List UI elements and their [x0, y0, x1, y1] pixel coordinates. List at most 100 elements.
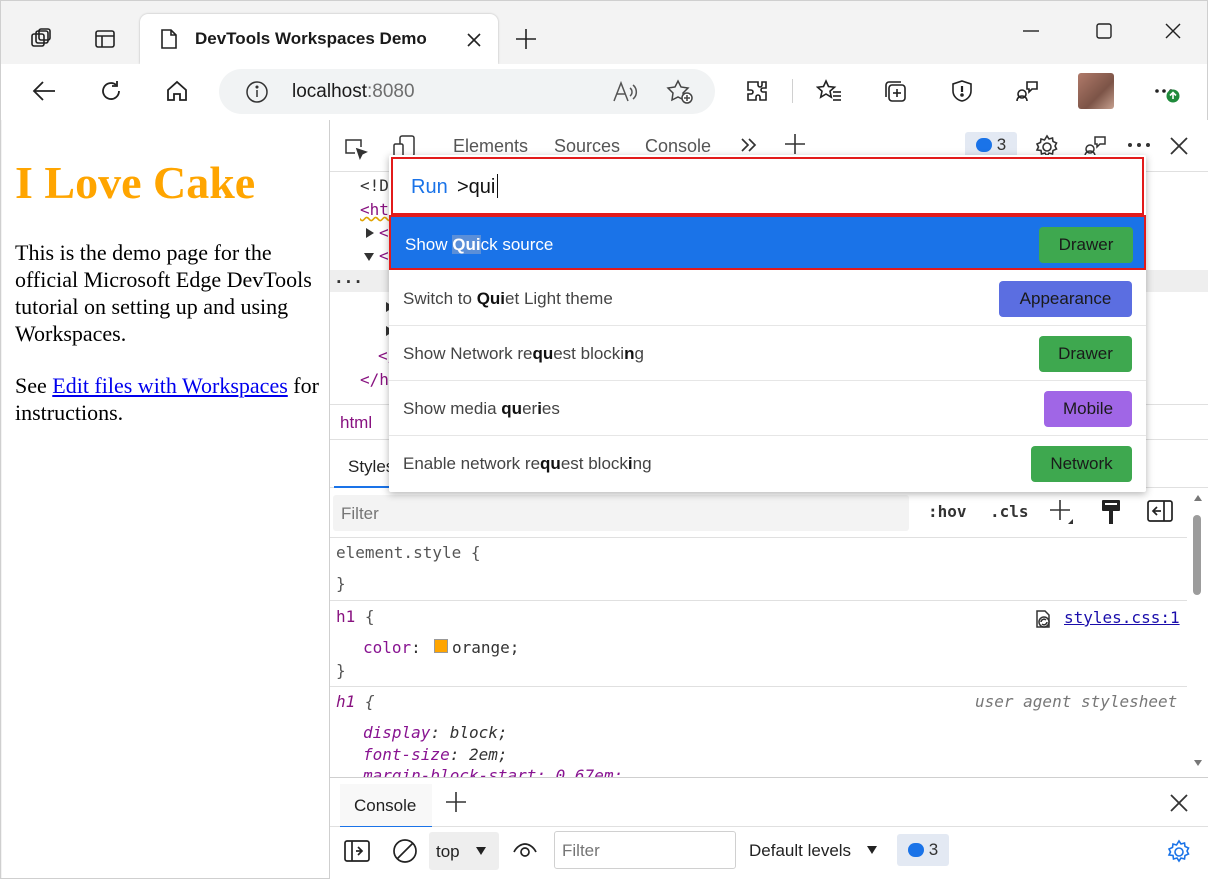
favorites-icon[interactable]	[811, 73, 847, 109]
console-issues-count: 3	[928, 840, 939, 859]
console-issues-badge[interactable]: 3	[897, 834, 949, 866]
scroll-thumb[interactable]	[1193, 515, 1201, 595]
command-item-show-quick-source[interactable]: Show Quick source Drawer	[389, 215, 1146, 270]
levels-arrow-icon[interactable]	[866, 845, 878, 855]
collections-icon[interactable]	[878, 73, 914, 109]
element-style-selector[interactable]: element.style {	[336, 543, 481, 562]
home-icon[interactable]	[159, 73, 195, 109]
console-filter-input[interactable]	[562, 841, 722, 861]
collapse-arrow-icon[interactable]	[363, 252, 375, 262]
feedback-icon[interactable]	[1009, 73, 1045, 109]
scroll-up-icon[interactable]	[1193, 494, 1203, 502]
minimize-icon[interactable]	[1013, 13, 1049, 49]
dom-line-html-close[interactable]: </h	[360, 370, 389, 389]
dom-line-body[interactable]: <	[379, 246, 389, 265]
tab-sources[interactable]: Sources	[554, 136, 620, 157]
hov-button[interactable]: :hov	[928, 502, 967, 521]
new-style-rule-icon[interactable]	[1049, 499, 1075, 525]
toggle-sidebar-icon[interactable]	[1147, 500, 1173, 522]
inspect-element-icon[interactable]	[344, 136, 368, 160]
color-swatch[interactable]	[434, 639, 448, 653]
drawer-tabbar: Console	[330, 777, 1208, 828]
expand-arrow-icon[interactable]	[365, 227, 375, 239]
more-tabs-icon[interactable]	[740, 137, 758, 153]
log-levels-label: Default levels	[749, 841, 852, 860]
command-item-media-queries[interactable]: Show media queries Mobile	[389, 381, 1146, 436]
browser-essentials-icon[interactable]	[944, 73, 980, 109]
vertical-tabs-icon[interactable]	[87, 21, 123, 57]
read-aloud-icon[interactable]	[612, 80, 638, 104]
refresh-icon[interactable]	[93, 73, 129, 109]
ua-margin-clip: margin-block-start: 0.67em;	[330, 764, 1187, 777]
devtools-more-icon[interactable]	[1127, 142, 1151, 148]
styles-css-link[interactable]: styles.css:1	[1064, 608, 1180, 627]
add-tool-icon[interactable]	[784, 133, 806, 155]
node-actions-dots[interactable]: ...	[334, 268, 363, 287]
clear-console-icon[interactable]	[392, 838, 418, 864]
color-declaration[interactable]: color:	[363, 638, 421, 657]
close-tab-icon[interactable]	[462, 28, 486, 52]
settings-and-more-icon[interactable]	[1149, 73, 1185, 109]
new-tab-icon[interactable]	[508, 21, 544, 57]
drawer-add-tool-icon[interactable]	[445, 791, 467, 813]
live-expression-icon[interactable]	[512, 840, 538, 860]
site-info-icon[interactable]	[245, 80, 269, 104]
console-settings-icon[interactable]	[1166, 839, 1192, 865]
log-levels-dropdown[interactable]: Default levels	[749, 841, 851, 861]
close-devtools-icon[interactable]	[1170, 137, 1188, 155]
ua-font-size-prop: font-size	[363, 745, 450, 764]
command-item-network-request-blocking[interactable]: Show Network request blocking Drawer	[389, 326, 1146, 381]
tab-console[interactable]: Console	[645, 136, 711, 157]
command-item-enable-request-blocking[interactable]: Enable network request blocking Network	[389, 436, 1146, 491]
dom-line-head[interactable]: <	[379, 223, 389, 242]
context-selector[interactable]: top	[429, 832, 499, 870]
h1-rule-selector[interactable]: h1 {	[336, 607, 375, 626]
profile-avatar[interactable]	[1078, 73, 1114, 109]
url-host: localhost	[292, 81, 367, 102]
h1-selector-text: h1	[336, 607, 356, 626]
scroll-down-icon[interactable]	[1193, 759, 1203, 767]
styles-filter-input[interactable]	[341, 504, 881, 524]
cls-button[interactable]: .cls	[990, 502, 1029, 521]
tab-styles[interactable]: Styles	[348, 457, 394, 477]
paint-brush-icon[interactable]	[1100, 499, 1122, 525]
tab-elements[interactable]: Elements	[453, 136, 528, 157]
drawer-tab-console[interactable]: Console	[340, 784, 432, 828]
address-bar[interactable]: localhost:8080	[219, 69, 715, 114]
dropdown-arrow-icon	[475, 846, 487, 856]
command-menu: Run >qui Show Quick source Drawer Switch…	[389, 155, 1146, 492]
color-value[interactable]: orange;	[452, 638, 519, 657]
ua-display-prop: display	[363, 723, 431, 742]
h1-rule-close: }	[336, 661, 346, 680]
command-query[interactable]: >qui	[457, 176, 495, 199]
command-item-label: Show media queries	[403, 399, 560, 418]
ua-margin-declaration: margin-block-start: 0.67em;	[363, 766, 624, 777]
workspaces-icon[interactable]	[23, 21, 59, 57]
show-console-sidebar-icon[interactable]	[344, 840, 370, 862]
command-item-quiet-light-theme[interactable]: Switch to Quiet Light theme Appearance	[389, 271, 1146, 326]
command-item-label: Show Quick source	[405, 235, 554, 254]
add-favorite-icon[interactable]	[666, 79, 694, 105]
console-toolbar: top Default levels 3	[330, 827, 1208, 879]
url-port: :8080	[367, 81, 415, 102]
tab-devtools-workspaces-demo[interactable]: DevTools Workspaces Demo	[140, 14, 498, 64]
url-text[interactable]: localhost:8080	[292, 81, 415, 103]
close-window-icon[interactable]	[1155, 13, 1191, 49]
console-filter-box[interactable]	[554, 831, 736, 869]
breadcrumb-html[interactable]: html	[340, 413, 372, 433]
styles-filter-box[interactable]	[333, 495, 909, 531]
text-caret	[497, 174, 498, 198]
ua-stylesheet-label: user agent stylesheet	[975, 692, 1178, 711]
extensions-icon[interactable]	[739, 73, 775, 109]
workspaces-link[interactable]: Edit files with Workspaces	[52, 373, 288, 398]
dom-line-html[interactable]: <ht	[360, 200, 389, 219]
page-heading: I Love Cake	[15, 157, 256, 208]
close-drawer-icon[interactable]	[1170, 794, 1188, 812]
command-tag-drawer: Drawer	[1039, 227, 1133, 263]
back-icon[interactable]	[26, 73, 62, 109]
ua-display-value: block	[449, 723, 498, 742]
ua-font-size-declaration: font-size: 2em;	[363, 745, 508, 764]
command-input-box[interactable]: Run >qui	[391, 157, 1144, 215]
maximize-icon[interactable]	[1086, 13, 1122, 49]
dom-line-doctype[interactable]: <!D	[360, 176, 389, 195]
